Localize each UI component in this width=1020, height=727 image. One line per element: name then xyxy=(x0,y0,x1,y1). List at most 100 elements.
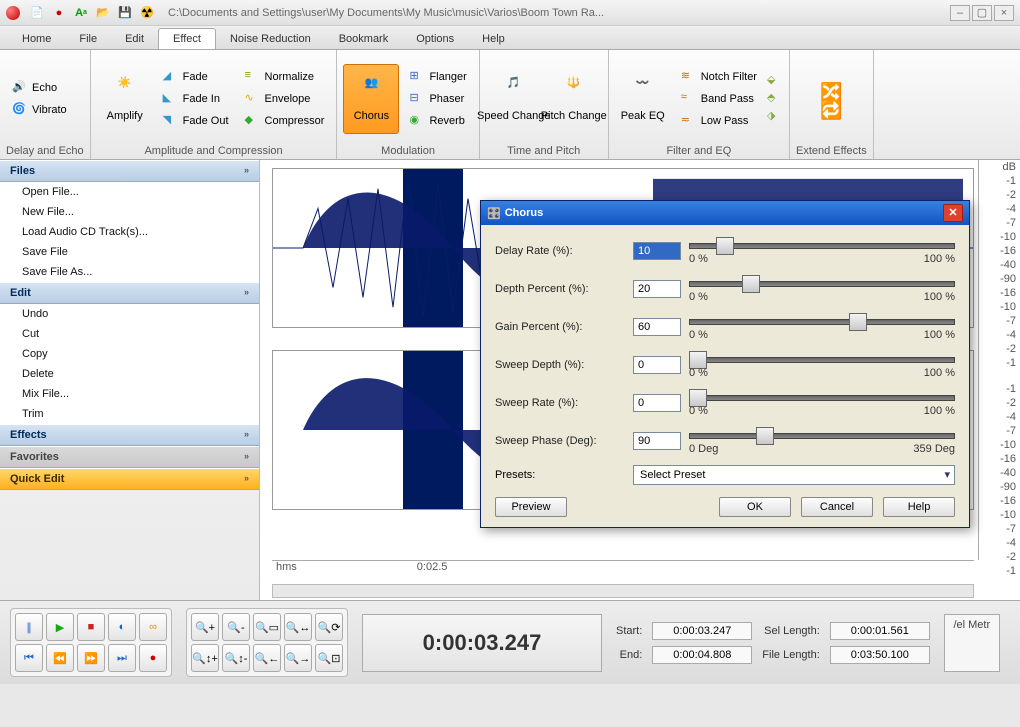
filter-mini-icon[interactable]: ⬙ xyxy=(767,73,783,89)
tab-edit[interactable]: Edit xyxy=(111,29,158,49)
notch-filter-button[interactable]: ≋Notch Filter xyxy=(675,67,763,87)
param-slider-1[interactable]: 0 %100 % xyxy=(689,275,955,303)
side-item-load-cd[interactable]: Load Audio CD Track(s)... xyxy=(0,222,259,242)
maximize-button[interactable]: ▢ xyxy=(972,5,992,21)
param-slider-2[interactable]: 0 %100 % xyxy=(689,313,955,341)
zoom-sel-button[interactable]: 🔍▭ xyxy=(253,613,281,641)
side-header-quick-edit[interactable]: Quick Edit xyxy=(0,468,259,490)
skip-end-button[interactable]: ⏭ xyxy=(108,644,136,672)
fade-out-button[interactable]: ◥Fade Out xyxy=(157,111,235,131)
play-button[interactable]: ▶ xyxy=(46,613,74,641)
dialog-titlebar[interactable]: 🎛️ Chorus ✕ xyxy=(481,201,969,225)
pitch-change-button[interactable]: 🔱Pitch Change xyxy=(546,64,602,134)
peak-eq-button[interactable]: 〰️Peak EQ xyxy=(615,64,671,134)
low-pass-button[interactable]: ≂Low Pass xyxy=(675,111,763,131)
side-item-copy[interactable]: Copy xyxy=(0,344,259,364)
vibrato-button[interactable]: 🌀Vibrato xyxy=(6,100,73,120)
pause-button[interactable]: ∥ xyxy=(15,613,43,641)
start-value[interactable]: 0:00:03.247 xyxy=(652,622,752,640)
side-header-files[interactable]: Files xyxy=(0,160,259,182)
tab-home[interactable]: Home xyxy=(8,29,65,49)
compressor-button[interactable]: ◆Compressor xyxy=(239,111,331,131)
param-input-1[interactable] xyxy=(633,280,681,298)
save-icon[interactable]: 💾 xyxy=(116,4,134,22)
zoom-in-button[interactable]: 🔍+ xyxy=(191,613,219,641)
zoom-left-button[interactable]: 🔍← xyxy=(253,644,281,672)
speed-change-button[interactable]: 🎵Speed Change xyxy=(486,64,542,134)
band-pass-button[interactable]: ≈Band Pass xyxy=(675,89,763,109)
zoom-right-button[interactable]: 🔍→ xyxy=(284,644,312,672)
tab-options[interactable]: Options xyxy=(402,29,468,49)
side-item-cut[interactable]: Cut xyxy=(0,324,259,344)
param-slider-3[interactable]: 0 %100 % xyxy=(689,351,955,379)
tab-file[interactable]: File xyxy=(65,29,111,49)
tab-effect[interactable]: Effect xyxy=(158,28,216,49)
h-scrollbar[interactable] xyxy=(272,584,974,598)
zoom-out-button[interactable]: 🔍- xyxy=(222,613,250,641)
chorus-dialog[interactable]: 🎛️ Chorus ✕ Delay Rate (%):0 %100 %Depth… xyxy=(480,200,970,528)
phaser-button[interactable]: ⊟Phaser xyxy=(403,89,472,109)
side-item-delete[interactable]: Delete xyxy=(0,364,259,384)
param-input-0[interactable] xyxy=(633,242,681,260)
side-header-effects[interactable]: Effects xyxy=(0,424,259,446)
param-slider-4[interactable]: 0 %100 % xyxy=(689,389,955,417)
side-item-mix[interactable]: Mix File... xyxy=(0,384,259,404)
chorus-button[interactable]: 👥Chorus xyxy=(343,64,399,134)
side-item-save-as[interactable]: Save File As... xyxy=(0,262,259,282)
side-item-trim[interactable]: Trim xyxy=(0,404,259,424)
record-button[interactable]: ● xyxy=(139,644,167,672)
burn-icon[interactable]: ☢️ xyxy=(138,4,156,22)
tab-help[interactable]: Help xyxy=(468,29,519,49)
param-slider-0[interactable]: 0 %100 % xyxy=(689,237,955,265)
param-input-2[interactable] xyxy=(633,318,681,336)
echo-button[interactable]: 🔊Echo xyxy=(6,78,73,98)
param-input-3[interactable] xyxy=(633,356,681,374)
side-item-save[interactable]: Save File xyxy=(0,242,259,262)
reverb-button[interactable]: ◉Reverb xyxy=(403,111,472,131)
close-window-button[interactable]: × xyxy=(994,5,1014,21)
dialog-close-button[interactable]: ✕ xyxy=(943,204,963,222)
play-selection-button[interactable]: ◐ xyxy=(108,613,136,641)
fade-in-button[interactable]: ◣Fade In xyxy=(157,89,235,109)
filter-mini-icon-3[interactable]: ⬗ xyxy=(767,109,783,125)
skip-start-button[interactable]: ⏮ xyxy=(15,644,43,672)
side-item-open-file[interactable]: Open File... xyxy=(0,182,259,202)
normalize-button[interactable]: ≡Normalize xyxy=(239,67,331,87)
text-icon[interactable]: Aa xyxy=(72,4,90,22)
envelope-button[interactable]: ∿Envelope xyxy=(239,89,331,109)
fade-button[interactable]: ◢Fade xyxy=(157,67,235,87)
help-button[interactable]: Help xyxy=(883,497,955,517)
tab-noise-reduction[interactable]: Noise Reduction xyxy=(216,29,325,49)
extend-icon-1[interactable]: 🔀 xyxy=(820,82,836,98)
extend-icon-2[interactable]: 🔁 xyxy=(820,100,836,116)
side-header-edit[interactable]: Edit xyxy=(0,282,259,304)
zoom-v-in-button[interactable]: 🔍↕+ xyxy=(191,644,219,672)
zoom-fit-button[interactable]: 🔍⊡ xyxy=(315,644,343,672)
ok-button[interactable]: OK xyxy=(719,497,791,517)
zoom-all-button[interactable]: 🔍↔ xyxy=(284,613,312,641)
record-icon[interactable]: ● xyxy=(50,4,68,22)
side-item-new-file[interactable]: New File... xyxy=(0,202,259,222)
tab-bookmark[interactable]: Bookmark xyxy=(325,29,403,49)
filter-mini-icon-2[interactable]: ⬘ xyxy=(767,91,783,107)
time-ruler[interactable]: hms 0:02.5 xyxy=(272,560,974,580)
preview-button[interactable]: Preview xyxy=(495,497,567,517)
flanger-button[interactable]: ⊞Flanger xyxy=(403,67,472,87)
stop-button[interactable]: ■ xyxy=(77,613,105,641)
param-input-5[interactable] xyxy=(633,432,681,450)
end-value[interactable]: 0:00:04.808 xyxy=(652,646,752,664)
new-file-icon[interactable]: 📄 xyxy=(28,4,46,22)
rewind-button[interactable]: ⏪ xyxy=(46,644,74,672)
param-input-4[interactable] xyxy=(633,394,681,412)
sel-length-value[interactable]: 0:00:01.561 xyxy=(830,622,930,640)
open-folder-icon[interactable]: 📂 xyxy=(94,4,112,22)
cancel-button[interactable]: Cancel xyxy=(801,497,873,517)
forward-button[interactable]: ⏩ xyxy=(77,644,105,672)
side-item-undo[interactable]: Undo xyxy=(0,304,259,324)
loop-button[interactable]: ∞ xyxy=(139,613,167,641)
zoom-v-out-button[interactable]: 🔍↕- xyxy=(222,644,250,672)
side-header-favorites[interactable]: Favorites xyxy=(0,446,259,468)
param-slider-5[interactable]: 0 Deg359 Deg xyxy=(689,427,955,455)
minimize-button[interactable]: – xyxy=(950,5,970,21)
zoom-reset-button[interactable]: 🔍⟳ xyxy=(315,613,343,641)
